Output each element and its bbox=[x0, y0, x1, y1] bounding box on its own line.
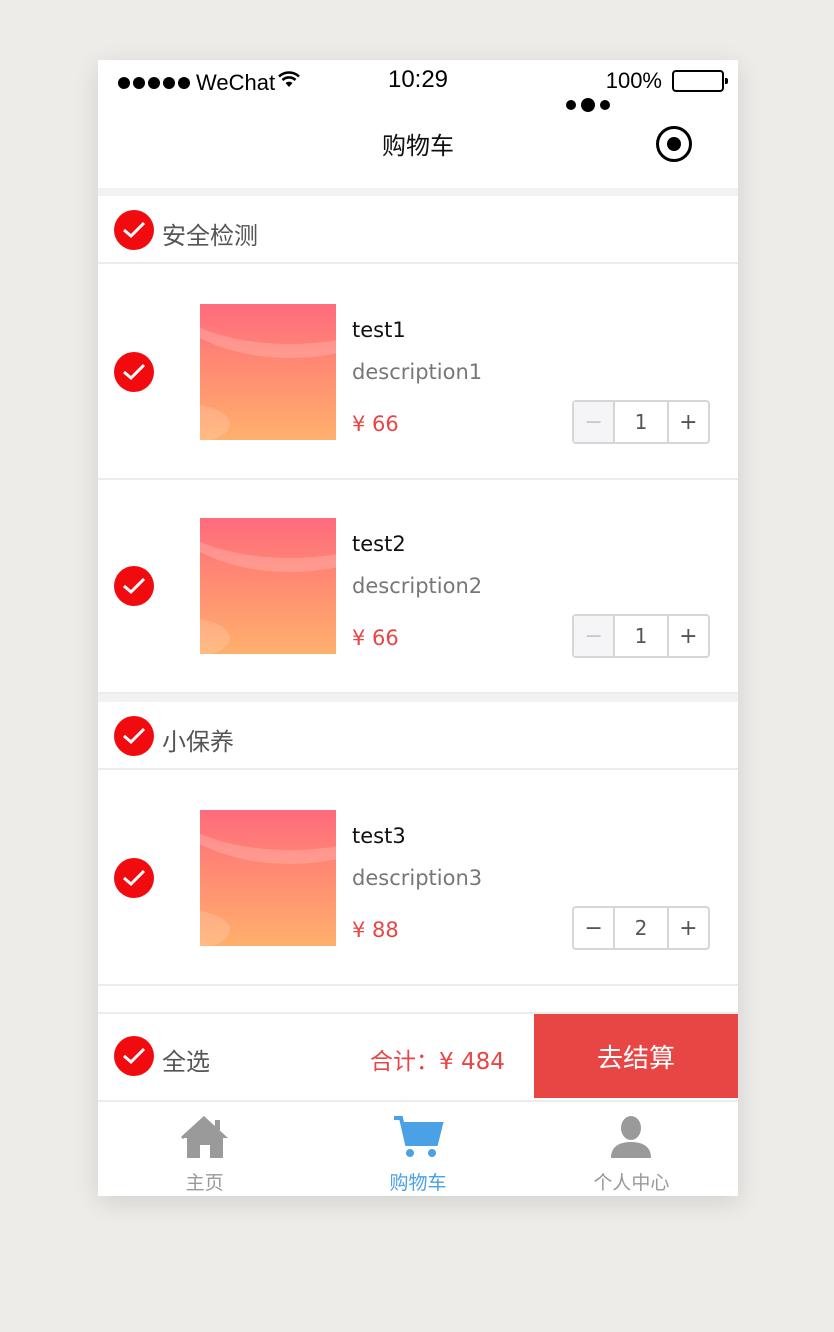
product-name: test2 bbox=[352, 532, 406, 556]
checkout-bar: 全选 合计：¥ 484 去结算 bbox=[98, 1012, 738, 1098]
product-name: test1 bbox=[352, 318, 406, 342]
quantity-value[interactable]: 1 bbox=[613, 616, 669, 656]
group-checkbox-checked-icon[interactable] bbox=[114, 210, 154, 250]
product-thumbnail[interactable] bbox=[200, 304, 336, 440]
decrease-button[interactable]: − bbox=[574, 402, 614, 442]
divider bbox=[98, 694, 738, 702]
increase-button[interactable]: + bbox=[669, 908, 708, 948]
close-miniprogram-icon[interactable] bbox=[656, 126, 692, 162]
group-header: 安全检测 bbox=[98, 196, 738, 264]
product-thumbnail[interactable] bbox=[200, 810, 336, 946]
tab-profile[interactable]: 个人中心 bbox=[525, 1102, 738, 1196]
product-price: ¥ 88 bbox=[352, 918, 399, 942]
increase-button[interactable]: + bbox=[669, 402, 708, 442]
cart-icon bbox=[393, 1116, 444, 1157]
cart-item: test3 description3 ¥ 88 − 2 + bbox=[98, 772, 738, 986]
item-checkbox-checked-icon[interactable] bbox=[114, 858, 154, 898]
cart-item: test1 description1 ¥ 66 − 1 + bbox=[98, 266, 738, 480]
quantity-stepper: − 1 + bbox=[572, 400, 710, 444]
product-price: ¥ 66 bbox=[352, 412, 399, 436]
tab-cart[interactable]: 购物车 bbox=[311, 1102, 524, 1196]
tab-label: 购物车 bbox=[389, 1172, 447, 1194]
divider bbox=[98, 188, 738, 196]
product-thumbnail[interactable] bbox=[200, 518, 336, 654]
navigation-bar: 购物车 bbox=[98, 100, 738, 188]
product-description: description1 bbox=[352, 360, 483, 384]
phone-screen: WeChat 10:29 100% 购物车 安全检测 test1 descrip… bbox=[98, 60, 738, 1196]
page-title: 购物车 bbox=[382, 132, 454, 160]
checkout-button[interactable]: 去结算 bbox=[534, 1014, 738, 1098]
total-price: 合计：¥ 484 bbox=[370, 1049, 505, 1075]
group-header: 小保养 bbox=[98, 702, 738, 770]
group-title: 小保养 bbox=[162, 728, 234, 756]
product-description: description3 bbox=[352, 866, 483, 890]
decrease-button[interactable]: − bbox=[574, 908, 613, 948]
cart-item: test2 description2 ¥ 66 − 1 + bbox=[98, 480, 738, 694]
decrease-button[interactable]: − bbox=[574, 616, 614, 656]
product-price: ¥ 66 bbox=[352, 626, 399, 650]
user-icon bbox=[611, 1116, 652, 1158]
group-checkbox-checked-icon[interactable] bbox=[114, 716, 154, 756]
quantity-value[interactable]: 2 bbox=[613, 908, 669, 948]
tab-home[interactable]: 主页 bbox=[98, 1102, 311, 1196]
quantity-value[interactable]: 1 bbox=[613, 402, 669, 442]
battery-icon bbox=[672, 70, 728, 92]
home-icon bbox=[180, 1115, 228, 1158]
increase-button[interactable]: + bbox=[669, 616, 708, 656]
status-bar: WeChat 10:29 100% bbox=[98, 60, 738, 100]
item-checkbox-checked-icon[interactable] bbox=[114, 566, 154, 606]
item-checkbox-checked-icon[interactable] bbox=[114, 352, 154, 392]
product-name: test3 bbox=[352, 824, 406, 848]
tab-label: 主页 bbox=[185, 1172, 224, 1194]
battery-indicator: 100% bbox=[605, 68, 728, 94]
battery-percent: 100% bbox=[605, 68, 662, 93]
group-title: 安全检测 bbox=[162, 222, 258, 250]
tab-label: 个人中心 bbox=[593, 1172, 670, 1194]
select-all-checkbox-checked-icon[interactable] bbox=[114, 1036, 154, 1076]
quantity-stepper: − 1 + bbox=[572, 614, 710, 658]
quantity-stepper: − 2 + bbox=[572, 906, 710, 950]
select-all-label[interactable]: 全选 bbox=[162, 1042, 210, 1077]
product-description: description2 bbox=[352, 574, 483, 598]
more-menu-icon[interactable] bbox=[566, 98, 610, 112]
tab-bar: 主页 购物车 个人中心 bbox=[98, 1100, 738, 1196]
